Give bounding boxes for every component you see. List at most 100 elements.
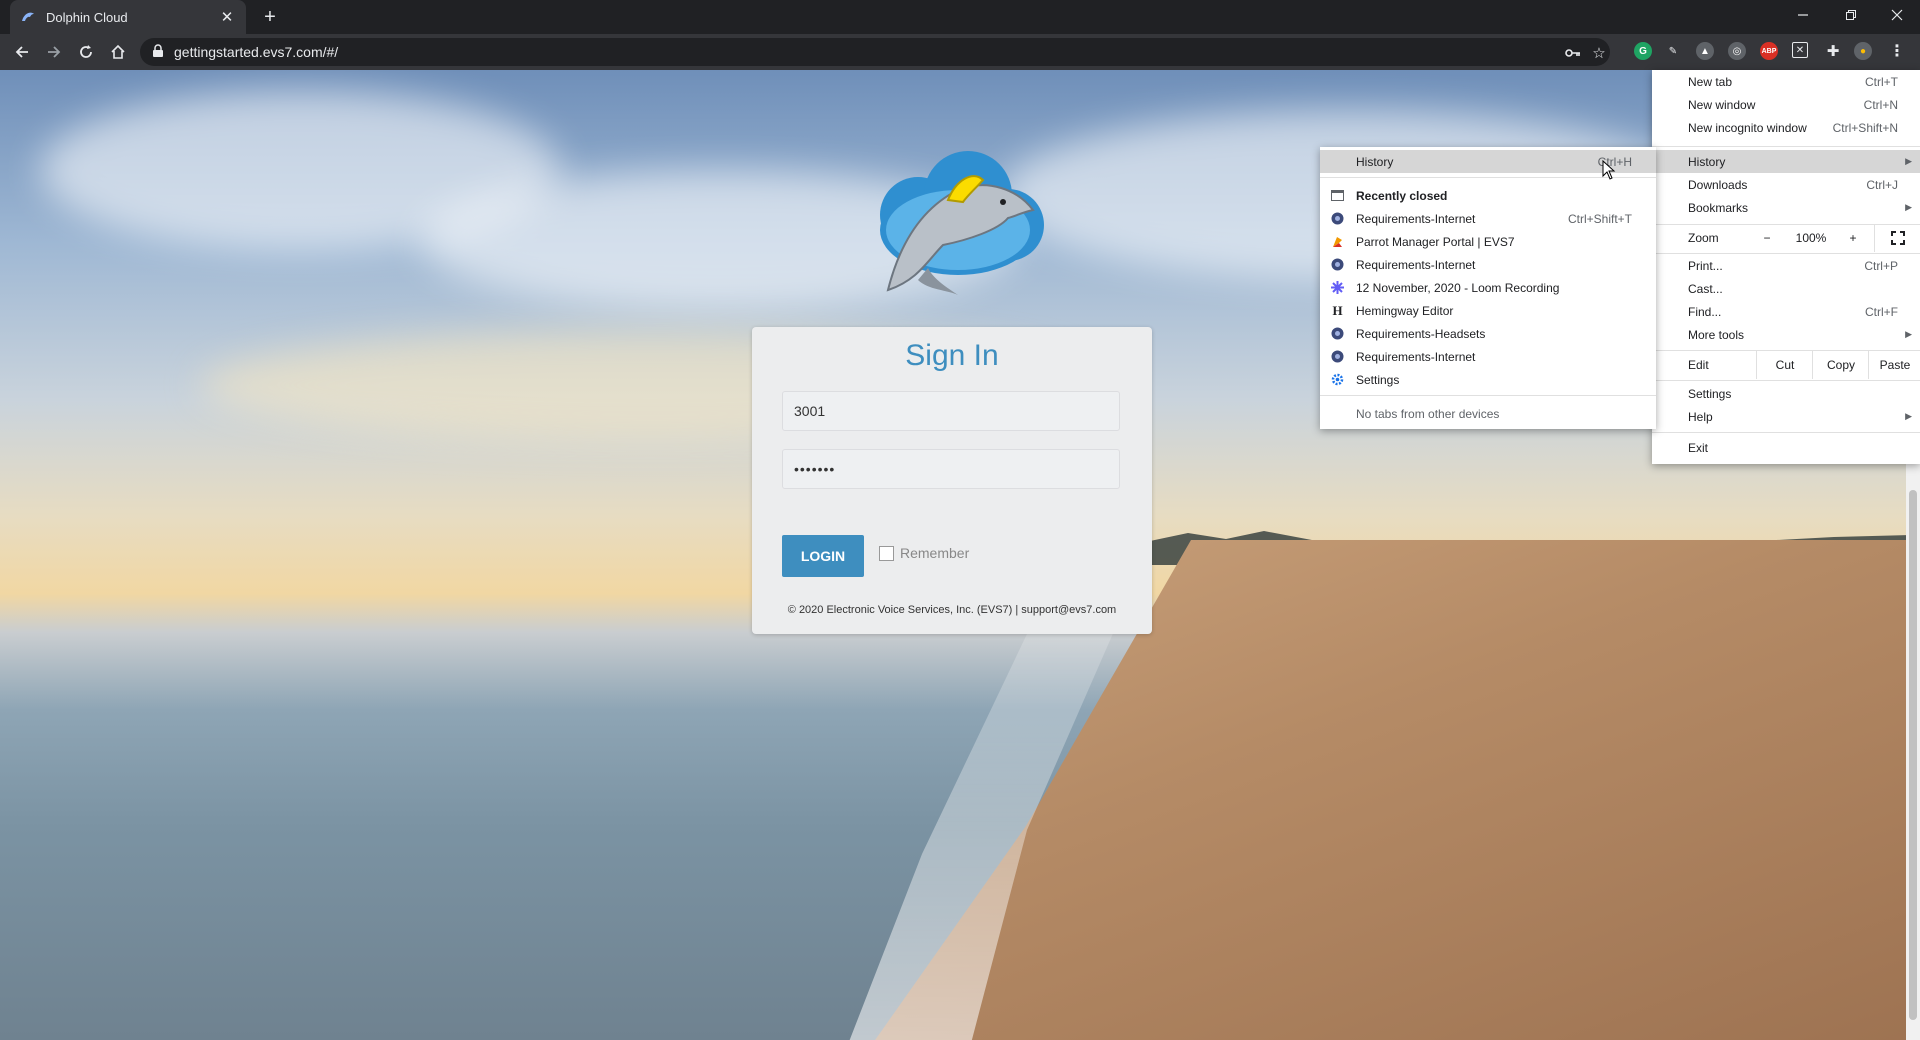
zoom-out-button[interactable]: −	[1752, 224, 1782, 252]
home-icon[interactable]	[106, 40, 130, 64]
menu-exit[interactable]: Exit	[1652, 436, 1920, 459]
menu-bookmarks[interactable]: Bookmarks ▶	[1652, 196, 1920, 219]
submenu-arrow-icon: ▶	[1905, 329, 1912, 339]
recently-closed-header: Recently closed	[1320, 184, 1656, 207]
parrot-icon	[1330, 234, 1345, 249]
sign-in-card: Sign In 3001 ••••••• LOGIN Remember © 20…	[752, 327, 1152, 634]
username-input[interactable]: 3001	[782, 391, 1120, 431]
window-icon	[1330, 188, 1345, 203]
menu-divider	[1652, 380, 1920, 381]
adblock-icon[interactable]: ABP	[1760, 42, 1778, 60]
menu-help[interactable]: Help ▶	[1652, 405, 1920, 428]
menu-shortcut: Ctrl+Shift+T	[1567, 211, 1632, 226]
back-icon[interactable]	[10, 40, 34, 64]
key-icon[interactable]	[1562, 42, 1584, 64]
copy-button[interactable]: Copy	[1812, 351, 1869, 379]
menu-item-label: Find...	[1688, 304, 1722, 319]
menu-divider	[1652, 146, 1920, 147]
checkbox-icon[interactable]	[879, 545, 894, 561]
menu-shortcut: Ctrl+J	[1866, 177, 1898, 192]
dolphin-cloud-logo	[880, 151, 1044, 295]
menu-item-label: Cast...	[1688, 281, 1723, 296]
dolphin-favicon-icon	[20, 9, 36, 25]
password-input[interactable]: •••••••	[782, 449, 1120, 489]
zoom-label: Zoom	[1688, 231, 1719, 245]
screenshot-extension-icon[interactable]: ✕	[1792, 42, 1808, 58]
menu-item-label: New incognito window	[1688, 120, 1807, 135]
history-item[interactable]: H Hemingway Editor	[1320, 299, 1656, 322]
restore-icon[interactable]	[1828, 0, 1874, 30]
menu-downloads[interactable]: Downloads Ctrl+J	[1652, 173, 1920, 196]
grammarly-icon[interactable]: G	[1634, 42, 1652, 60]
chrome-menu: New tab Ctrl+T New window Ctrl+N New inc…	[1652, 70, 1920, 464]
cut-button[interactable]: Cut	[1756, 351, 1813, 379]
new-tab-button[interactable]: +	[258, 5, 282, 29]
menu-new-tab[interactable]: New tab Ctrl+T	[1652, 70, 1920, 93]
profile-avatar[interactable]: ●	[1854, 42, 1872, 60]
menu-item-label: Help	[1688, 409, 1713, 424]
menu-print[interactable]: Print... Ctrl+P	[1652, 254, 1920, 277]
chrome-extension-icon[interactable]: ◎	[1728, 42, 1746, 60]
drive-extension-icon[interactable]: ▲	[1696, 42, 1714, 60]
menu-item-label: Bookmarks	[1688, 200, 1749, 215]
star-icon[interactable]: ☆	[1588, 42, 1610, 64]
close-tab-icon[interactable]: ✕	[218, 8, 236, 26]
history-item[interactable]: Requirements-Internet Ctrl+Shift+T	[1320, 207, 1656, 230]
address-bar[interactable]: gettingstarted.evs7.com/#/ ☆	[140, 38, 1610, 66]
paste-button[interactable]: Paste	[1868, 351, 1920, 379]
history-item-label: Hemingway Editor	[1356, 303, 1454, 318]
menu-divider	[1652, 432, 1920, 433]
hemingway-icon: H	[1332, 302, 1343, 318]
menu-history[interactable]: History ▶	[1652, 150, 1920, 173]
copyright-footer: © 2020 Electronic Voice Services, Inc. (…	[787, 604, 1117, 616]
history-item[interactable]: Requirements-Headsets	[1320, 322, 1656, 345]
browser-toolbar: gettingstarted.evs7.com/#/ ☆ G ✎ ▲ ◎ ABP…	[0, 34, 1920, 70]
remember-label: Remember	[900, 545, 970, 561]
pen-extension-icon[interactable]: ✎	[1664, 42, 1682, 60]
history-item[interactable]: Requirements-Internet	[1320, 345, 1656, 368]
history-item[interactable]: Settings	[1320, 368, 1656, 391]
tab-title: Dolphin Cloud	[46, 9, 128, 25]
history-submenu: History Ctrl+H Recently closed Requireme…	[1320, 147, 1656, 429]
url-text: gettingstarted.evs7.com/#/	[174, 44, 339, 60]
history-item-label: Requirements-Internet	[1356, 257, 1476, 272]
menu-more-tools[interactable]: More tools ▶	[1652, 323, 1920, 346]
menu-item-label: History	[1356, 154, 1394, 169]
menu-item-label: History	[1688, 154, 1726, 169]
browser-tab[interactable]: Dolphin Cloud ✕	[10, 0, 246, 34]
history-item[interactable]: Parrot Manager Portal | EVS7	[1320, 230, 1656, 253]
history-item[interactable]: Requirements-Internet	[1320, 253, 1656, 276]
forward-icon[interactable]	[42, 40, 66, 64]
menu-divider	[1320, 395, 1656, 396]
menu-shortcut: Ctrl+T	[1865, 74, 1898, 89]
zoom-in-button[interactable]: +	[1838, 224, 1868, 252]
chrome-menu-icon[interactable]: ⋮	[1888, 42, 1906, 60]
menu-item-label: Settings	[1688, 386, 1732, 401]
fullscreen-icon[interactable]	[1874, 224, 1920, 252]
menu-new-window[interactable]: New window Ctrl+N	[1652, 93, 1920, 116]
history-item[interactable]: 12 November, 2020 - Loom Recording	[1320, 276, 1656, 299]
menu-find[interactable]: Find... Ctrl+F	[1652, 300, 1920, 323]
evs-icon	[1330, 211, 1345, 226]
submenu-arrow-icon: ▶	[1905, 156, 1912, 166]
history-item-label: Requirements-Internet	[1356, 349, 1476, 364]
remember-checkbox[interactable]: Remember	[879, 545, 969, 561]
recently-closed-label: Recently closed	[1356, 188, 1448, 203]
extensions-puzzle-icon[interactable]: ✚	[1824, 42, 1842, 60]
menu-item-label: Exit	[1688, 440, 1709, 455]
tab-strip: Dolphin Cloud ✕ +	[0, 0, 1920, 34]
login-button[interactable]: LOGIN	[782, 535, 864, 577]
menu-item-label: New window	[1688, 97, 1756, 112]
submenu-arrow-icon: ▶	[1905, 411, 1912, 421]
reload-icon[interactable]	[74, 40, 98, 64]
scrollbar-thumb[interactable]	[1909, 490, 1917, 1020]
minimize-icon[interactable]	[1780, 0, 1826, 30]
menu-zoom-row: Zoom − 100% +	[1652, 224, 1920, 252]
menu-settings[interactable]: Settings	[1652, 382, 1920, 405]
history-item-label: Parrot Manager Portal | EVS7	[1356, 234, 1515, 249]
menu-cast[interactable]: Cast...	[1652, 277, 1920, 300]
evs-icon	[1330, 349, 1345, 364]
close-window-icon[interactable]	[1874, 0, 1920, 30]
menu-shortcut: Ctrl+P	[1864, 258, 1898, 273]
menu-new-incognito[interactable]: New incognito window Ctrl+Shift+N	[1652, 116, 1920, 139]
